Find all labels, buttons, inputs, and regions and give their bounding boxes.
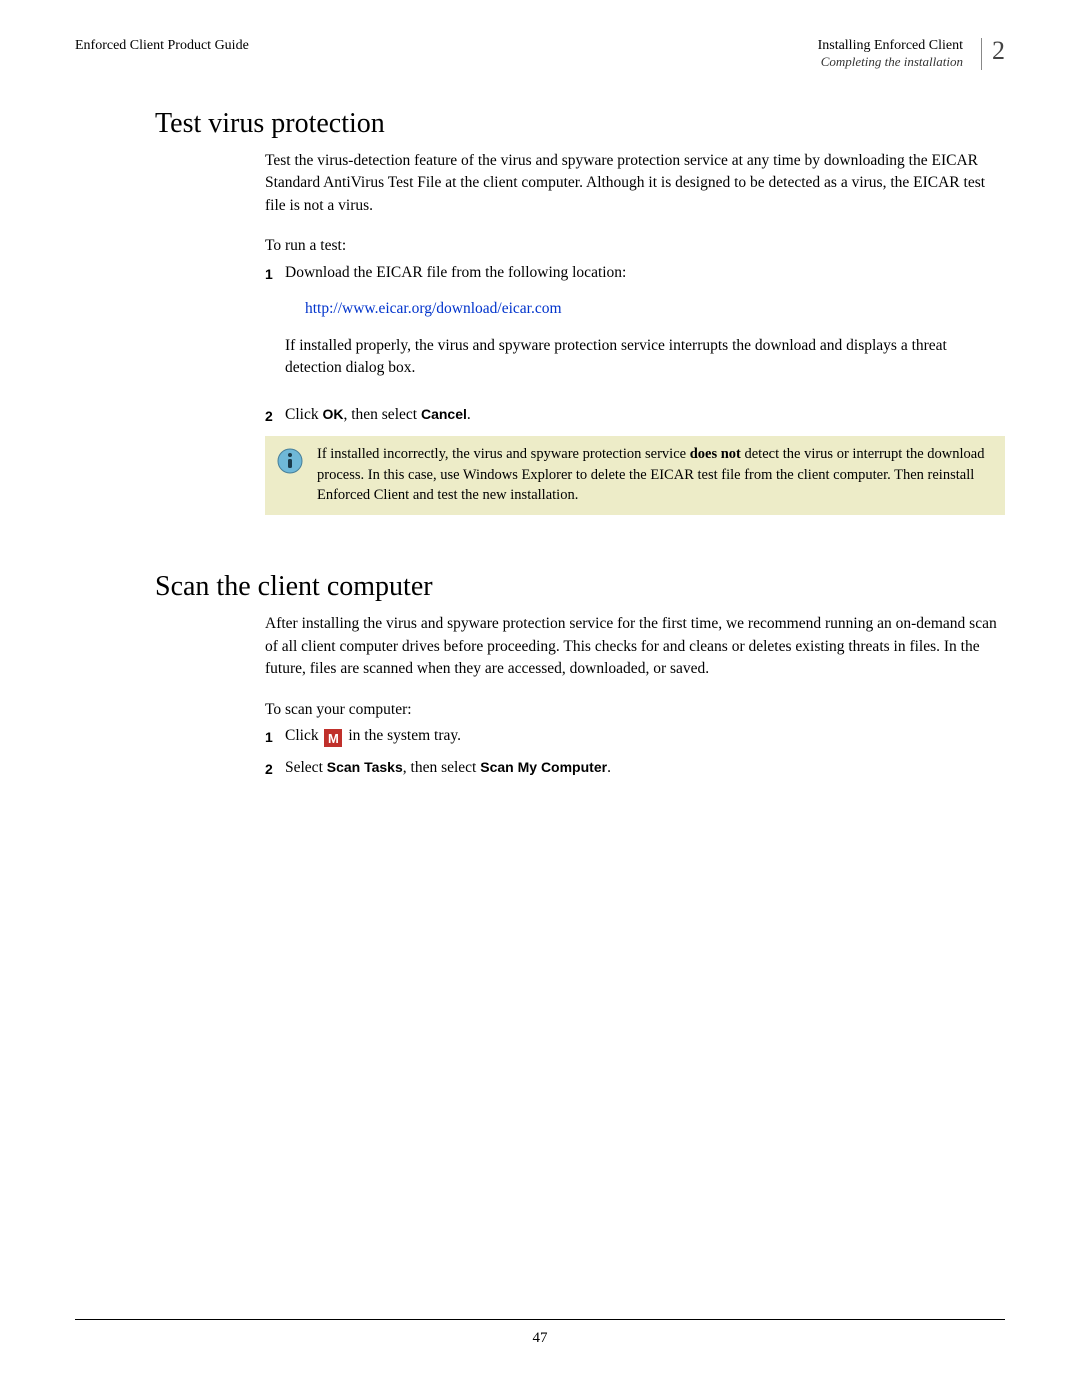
step1-text: Download the EICAR file from the followi… — [285, 264, 626, 281]
header-divider — [981, 38, 982, 70]
eicar-link[interactable]: http://www.eicar.org/download/eicar.com — [305, 300, 562, 317]
ok-label: OK — [322, 406, 343, 422]
step-number: 2 — [265, 757, 285, 779]
section2-body: After installing the virus and spyware p… — [265, 613, 1005, 780]
section-heading-scan: Scan the client computer — [155, 571, 1005, 603]
step1-text-a: Click — [285, 727, 322, 744]
scan-tasks-label: Scan Tasks — [327, 759, 403, 775]
step-body: Select Scan Tasks, then select Scan My C… — [285, 757, 1005, 779]
section-heading-test-virus: Test virus protection — [155, 108, 1005, 140]
step2-text-a: Click — [285, 406, 322, 423]
step2-text-c: . — [467, 406, 471, 423]
step1-followup: If installed properly, the virus and spy… — [285, 335, 1005, 380]
header-section-title: Completing the installation — [818, 54, 963, 70]
page-header: Enforced Client Product Guide Installing… — [75, 38, 1005, 70]
step-body: Download the EICAR file from the followi… — [285, 262, 1005, 394]
header-chapter-title: Installing Enforced Client — [818, 38, 963, 54]
section2-step2: 2 Select Scan Tasks, then select Scan My… — [265, 757, 1005, 779]
page-number: 47 — [533, 1330, 548, 1346]
note-text: If installed incorrectly, the virus and … — [317, 444, 995, 505]
info-icon-wrap — [273, 444, 317, 480]
step-body: Click OK, then select Cancel. — [285, 404, 1005, 426]
note-bold: does not — [690, 446, 741, 462]
cancel-label: Cancel — [421, 406, 467, 422]
step1-text-b: in the system tray. — [344, 727, 461, 744]
step-number: 1 — [265, 725, 285, 747]
step2-text-a: Select — [285, 759, 327, 776]
info-note: If installed incorrectly, the virus and … — [265, 436, 1005, 515]
content-area: Test virus protection Test the virus-det… — [155, 108, 1005, 780]
section1-steps: 1 Download the EICAR file from the follo… — [265, 262, 1005, 426]
tray-icon-letter: M — [328, 732, 339, 745]
section1-leadin: To run a test: — [265, 235, 1005, 257]
section1-step2: 2 Click OK, then select Cancel. — [265, 404, 1005, 426]
step-number: 1 — [265, 262, 285, 284]
section2-step1: 1 Click M in the system tray. — [265, 725, 1005, 747]
page-footer: 47 — [75, 1319, 1005, 1347]
chapter-number: 2 — [990, 38, 1005, 70]
eicar-link-block: http://www.eicar.org/download/eicar.com — [305, 298, 1005, 320]
header-right: Installing Enforced Client Completing th… — [818, 38, 1005, 70]
step2-text-c: . — [607, 759, 611, 776]
section1-intro: Test the virus-detection feature of the … — [265, 150, 1005, 217]
step-number: 2 — [265, 404, 285, 426]
document-page: Enforced Client Product Guide Installing… — [0, 0, 1080, 1397]
note-a: If installed incorrectly, the virus and … — [317, 446, 690, 462]
scan-my-computer-label: Scan My Computer — [480, 759, 607, 775]
step2-text-b: , then select — [343, 406, 420, 423]
step-body: Click M in the system tray. — [285, 725, 1005, 747]
tray-shield-icon: M — [324, 729, 342, 747]
section2-steps: 1 Click M in the system tray. 2 Select S… — [265, 725, 1005, 780]
header-right-text: Installing Enforced Client Completing th… — [818, 38, 973, 70]
step2-text-b: , then select — [403, 759, 480, 776]
section1-step1: 1 Download the EICAR file from the follo… — [265, 262, 1005, 394]
info-icon — [277, 448, 303, 474]
section2-intro: After installing the virus and spyware p… — [265, 613, 1005, 680]
section1-body: Test the virus-detection feature of the … — [265, 150, 1005, 515]
section2-leadin: To scan your computer: — [265, 699, 1005, 721]
header-left: Enforced Client Product Guide — [75, 38, 249, 54]
